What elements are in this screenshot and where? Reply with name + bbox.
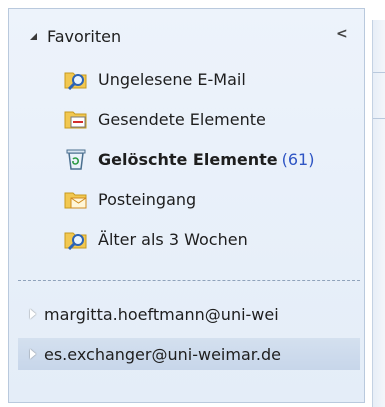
- favorite-item-sent-items[interactable]: Gesendete Elemente: [64, 105, 344, 133]
- favorite-item-label: Gesendete Elemente: [98, 109, 266, 129]
- expand-arrow-icon[interactable]: [30, 309, 36, 319]
- expand-arrow-icon[interactable]: [30, 32, 37, 40]
- account-margitta[interactable]: margitta.hoeftmann@uni-wei: [18, 298, 360, 330]
- favorite-item-label: Posteingang: [98, 189, 197, 209]
- search-folder-icon: [64, 232, 87, 250]
- favorite-item-older-than-3-weeks[interactable]: Älter als 3 Wochen: [64, 225, 344, 253]
- navigation-frame: Favoriten < Ungelesene E-Mail Gesendete …: [0, 0, 385, 407]
- account-label: es.exchanger@uni-weimar.de: [44, 344, 281, 364]
- search-folder-icon: [64, 72, 87, 90]
- favorites-header[interactable]: Favoriten: [20, 24, 340, 48]
- sent-items-icon: [64, 111, 87, 129]
- adjacent-pane-edge: [372, 20, 385, 407]
- collapse-pane-icon[interactable]: <: [336, 26, 348, 42]
- section-divider: [18, 280, 360, 281]
- account-label: margitta.hoeftmann@uni-wei: [44, 304, 279, 324]
- favorite-item-deleted-items[interactable]: Gelöschte Elemente (61): [64, 145, 344, 173]
- favorite-item-label: Älter als 3 Wochen: [98, 229, 248, 249]
- deleted-items-icon: [66, 149, 86, 170]
- favorite-item-unread-mail[interactable]: Ungelesene E-Mail: [64, 65, 344, 93]
- account-es-exchanger[interactable]: es.exchanger@uni-weimar.de: [18, 338, 360, 370]
- favorite-item-label: Gelöschte Elemente: [98, 149, 278, 169]
- unread-count: (61): [281, 149, 315, 169]
- expand-arrow-icon[interactable]: [30, 349, 36, 359]
- inbox-icon: [64, 192, 87, 209]
- favorites-header-label: Favoriten: [47, 26, 122, 46]
- favorite-item-inbox[interactable]: Posteingang: [64, 185, 344, 213]
- favorite-item-label: Ungelesene E-Mail: [98, 69, 246, 89]
